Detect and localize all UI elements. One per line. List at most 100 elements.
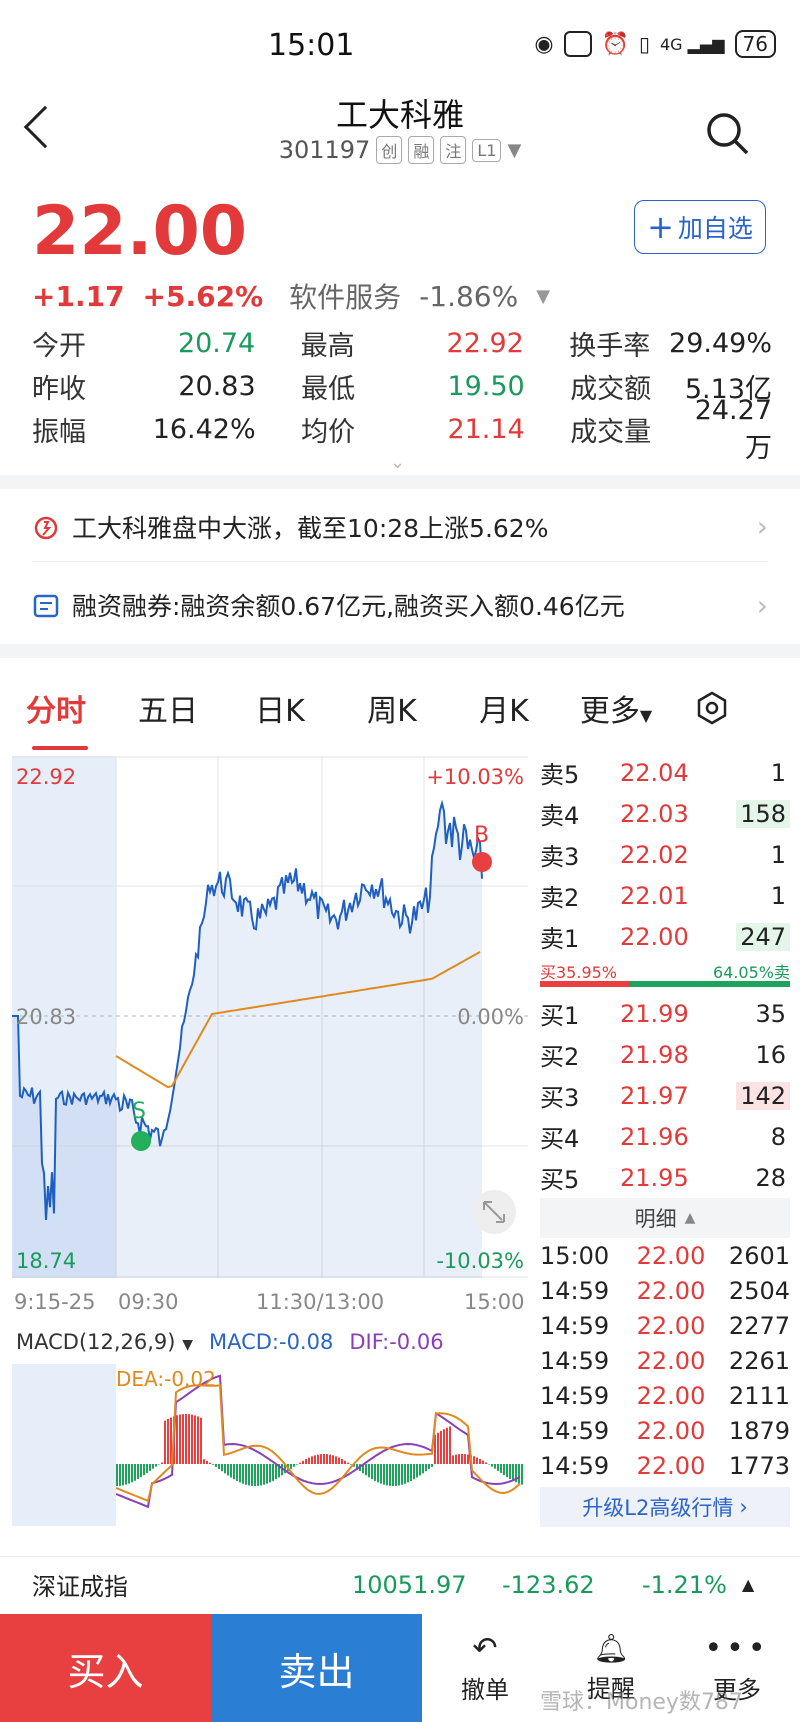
fullscreen-icon[interactable] bbox=[472, 1190, 516, 1234]
tab-five-day[interactable]: 五日 bbox=[112, 686, 224, 730]
news-text: 融资融券:融资余额0.67亿元,融资买入额0.46亿元 bbox=[72, 592, 625, 621]
sell-marker-label: S bbox=[132, 1099, 146, 1124]
settings-icon[interactable] bbox=[692, 688, 732, 728]
asks-row[interactable]: 卖2 22.01 1 bbox=[540, 875, 790, 916]
macd-bar bbox=[155, 1464, 157, 1467]
macd-bar bbox=[335, 1456, 337, 1464]
macd-bar bbox=[350, 1464, 352, 1465]
macd-value: MACD:-0.08 bbox=[208, 1330, 334, 1354]
buy-ratio-label: 买35.95% bbox=[540, 963, 618, 982]
macd-bar bbox=[485, 1462, 487, 1464]
macd-bar bbox=[149, 1464, 151, 1471]
macd-bar bbox=[152, 1464, 154, 1469]
index-name: 深证成指 bbox=[32, 1573, 128, 1601]
macd-bar bbox=[230, 1464, 232, 1478]
sell-button[interactable]: 卖出 bbox=[211, 1614, 422, 1722]
asks-row[interactable]: 卖5 22.04 1 bbox=[540, 752, 790, 793]
macd-bar bbox=[521, 1464, 523, 1485]
ratio-bar bbox=[540, 981, 790, 987]
sell-marker[interactable] bbox=[131, 1131, 151, 1151]
intraday-chart[interactable]: S B 22.92 20.83 18.74 +10.03% 0.00% -10.… bbox=[12, 756, 528, 1278]
bids-row[interactable]: 买2 21.98 16 bbox=[540, 1034, 790, 1075]
chart-pct-mid-label: 0.00% bbox=[457, 1005, 524, 1029]
tab-more[interactable]: 更多▼ bbox=[560, 686, 672, 730]
detail-header[interactable]: 明细 ▲ bbox=[540, 1198, 790, 1238]
macd-bar bbox=[233, 1464, 235, 1480]
trade-row: 14:59 22.00 1879 bbox=[540, 1413, 790, 1448]
tab-weekly-k[interactable]: 周K bbox=[336, 686, 448, 730]
macd-bar bbox=[317, 1454, 319, 1464]
bids-row[interactable]: 买5 21.95 28 bbox=[540, 1157, 790, 1198]
macd-bar bbox=[413, 1464, 415, 1480]
macd-bar bbox=[407, 1464, 409, 1483]
asks-row[interactable]: 卖3 22.02 1 bbox=[540, 834, 790, 875]
buy-marker[interactable] bbox=[472, 852, 492, 872]
chevron-right-icon: › bbox=[739, 1495, 748, 1519]
macd-bar bbox=[497, 1464, 499, 1471]
bids-volume: 28 bbox=[755, 1163, 786, 1192]
asks-row[interactable]: 卖1 22.00 247 bbox=[540, 916, 790, 957]
price-change-pct: +5.62% bbox=[142, 279, 264, 313]
sector-name[interactable]: 软件服务 bbox=[289, 276, 401, 316]
asks-level: 卖1 bbox=[540, 925, 580, 953]
macd-bar bbox=[176, 1415, 178, 1464]
bids-row[interactable]: 买4 21.96 8 bbox=[540, 1116, 790, 1157]
cancel-order-button[interactable]: ↶ 撤单 bbox=[422, 1614, 548, 1722]
chevron-right-icon: › bbox=[756, 588, 768, 622]
trade-row: 14:59 22.00 2261 bbox=[540, 1343, 790, 1378]
upgrade-l2-button[interactable]: 升级L2高级行情 › bbox=[540, 1487, 790, 1527]
macd-selector[interactable]: MACD(12,26,9) ▼ bbox=[16, 1330, 193, 1354]
macd-bar bbox=[137, 1464, 139, 1480]
macd-bar bbox=[167, 1418, 169, 1464]
news-item[interactable]: 融资融券:融资余额0.67亿元,融资买入额0.46亿元 › bbox=[32, 570, 768, 640]
bids-price: 21.97 bbox=[620, 1081, 689, 1110]
macd-chart[interactable]: DEA:-0.02 bbox=[12, 1364, 528, 1526]
add-watchlist-button[interactable]: + 加自选 bbox=[634, 200, 766, 254]
signal-icon: 4G ▂▄▆ bbox=[659, 34, 725, 54]
trade-time: 14:59 bbox=[540, 1416, 610, 1445]
macd-name: MACD(12,26,9) bbox=[16, 1330, 176, 1354]
macd-bar bbox=[326, 1454, 328, 1464]
bids-volume: 8 bbox=[770, 1122, 786, 1151]
battery-icon: 76 bbox=[734, 30, 776, 58]
caret-up-icon: ▲ bbox=[684, 1210, 696, 1226]
tag-l1: L1 bbox=[472, 138, 502, 162]
trade-row: 15:00 22.00 2601 bbox=[540, 1238, 790, 1273]
sector-pct: -1.86% bbox=[419, 279, 519, 313]
sector-dropdown-icon[interactable]: ▼ bbox=[536, 286, 550, 307]
trade-volume: 2504 bbox=[728, 1276, 790, 1305]
asks-level: 卖3 bbox=[540, 843, 580, 871]
news-item[interactable]: 工大科雅盘中大涨，截至10:28上涨5.62% › bbox=[32, 492, 768, 562]
index-ticker[interactable]: 深证成指 10051.97 -123.62 -1.21% ▲ bbox=[0, 1556, 800, 1612]
tab-monthly-k[interactable]: 月K bbox=[448, 686, 560, 730]
stock-code: 301197 bbox=[278, 136, 371, 164]
nfc-icon bbox=[563, 31, 592, 57]
chart-low-label: 18.74 bbox=[16, 1249, 76, 1273]
buy-button[interactable]: 买入 bbox=[0, 1614, 211, 1722]
macd-bar bbox=[380, 1464, 382, 1484]
asks-row[interactable]: 卖4 22.03 158 bbox=[540, 793, 790, 834]
macd-bar bbox=[257, 1464, 259, 1486]
tab-intraday[interactable]: 分时 bbox=[0, 686, 112, 750]
macd-bar bbox=[392, 1464, 394, 1486]
macd-bar bbox=[455, 1454, 457, 1464]
trade-volume: 2261 bbox=[728, 1346, 790, 1375]
caret-up-icon[interactable]: ▲ bbox=[742, 1575, 754, 1594]
expand-chevron-icon[interactable]: ⌄ bbox=[390, 452, 405, 473]
macd-bar bbox=[200, 1417, 202, 1464]
macd-bar bbox=[479, 1458, 481, 1464]
search-icon[interactable] bbox=[706, 112, 749, 155]
macd-bar bbox=[182, 1414, 184, 1464]
macd-bar bbox=[227, 1464, 229, 1476]
bids-row[interactable]: 买1 21.99 35 bbox=[540, 993, 790, 1034]
quote-value: 20.74 bbox=[177, 328, 256, 359]
quote-label: 换手率 bbox=[569, 331, 651, 362]
macd-bar bbox=[260, 1464, 262, 1486]
tab-daily-k[interactable]: 日K bbox=[224, 686, 336, 730]
bids-row[interactable]: 买3 21.97 142 bbox=[540, 1075, 790, 1116]
macd-bar bbox=[197, 1416, 199, 1464]
trade-price: 22.00 bbox=[636, 1416, 706, 1445]
stock-code-row[interactable]: 301197 创 融 注 L1 ▼ bbox=[0, 136, 800, 164]
trade-time: 14:59 bbox=[540, 1276, 610, 1305]
macd-bar bbox=[128, 1464, 130, 1484]
